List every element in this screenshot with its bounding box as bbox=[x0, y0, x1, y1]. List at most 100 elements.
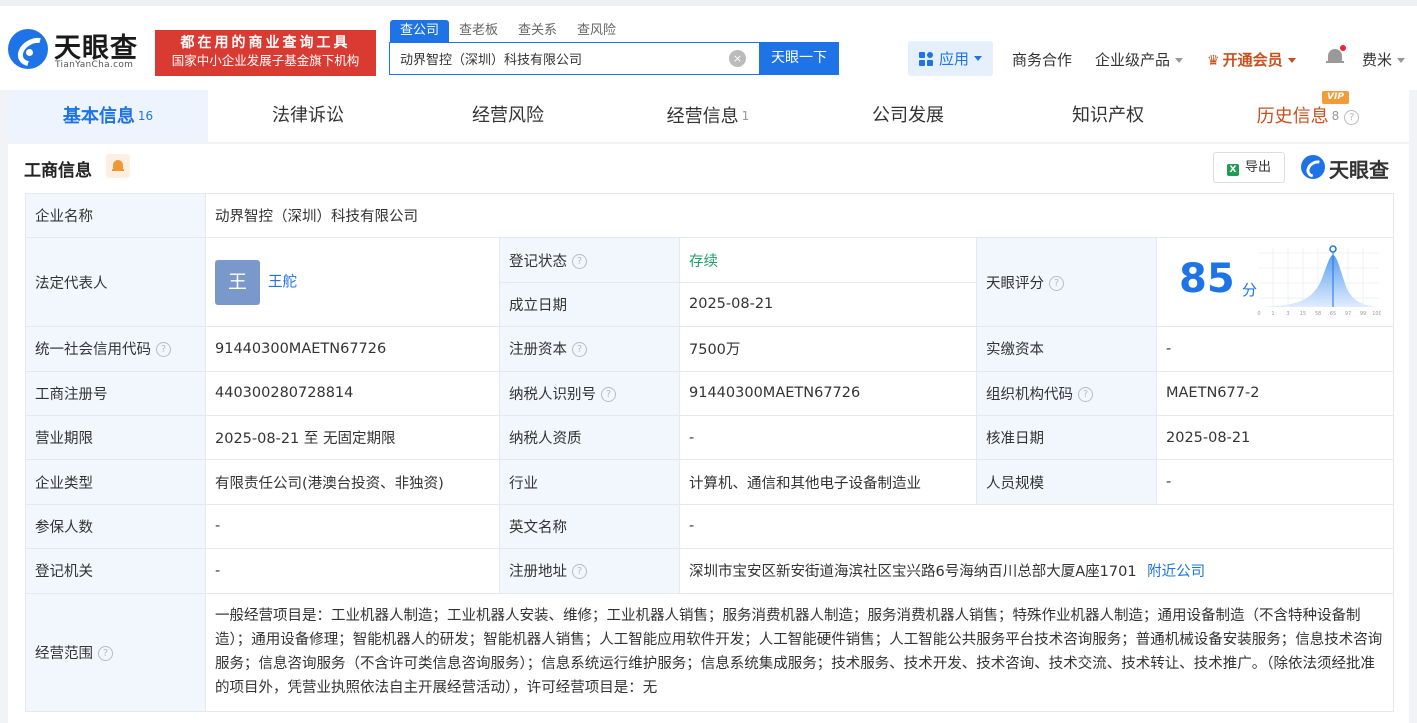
table-row: 工商注册号 440300280728814 纳税人识别号? 91440300MA… bbox=[25, 370, 1395, 416]
nav-apps-button[interactable]: 应用 bbox=[908, 41, 993, 76]
help-icon[interactable]: ? bbox=[98, 645, 113, 661]
nav-business-link[interactable]: 商务合作 bbox=[1012, 49, 1072, 70]
chevron-down-icon bbox=[974, 56, 982, 61]
table-row: 企业名称 动界智控（深圳）科技有限公司 bbox=[25, 192, 1395, 239]
reg-address-cell: 深圳市宝安区新安街道海滨社区宝兴路6号海纳百川总部大厦A座1701 附近公司 bbox=[678, 548, 1395, 594]
company-name-value: 动界智控（深圳）科技有限公司 bbox=[204, 192, 1395, 239]
insured-value: - bbox=[205, 503, 500, 550]
search-button[interactable]: 天眼一下 bbox=[759, 42, 839, 75]
tab-operation[interactable]: 经营信息 1 bbox=[608, 90, 808, 142]
tianyancha-watermark: 天眼查 bbox=[1301, 154, 1393, 182]
search-box: × bbox=[389, 42, 759, 75]
tab-label: 知识产权 bbox=[1072, 105, 1144, 126]
tab-history[interactable]: VIP 历史信息 8? bbox=[1208, 90, 1408, 142]
score-axis-tick: 65 bbox=[1330, 311, 1336, 317]
label-text: 天眼评分 bbox=[986, 275, 1044, 292]
reg-status-value: 存续 bbox=[679, 237, 977, 283]
table-row: 经营范围? 一般经营项目是：工业机器人制造；工业机器人安装、维修；工业机器人销售… bbox=[25, 592, 1395, 712]
score-cell[interactable]: 85 分 0 1 3 15 58 65 97 99 100 bbox=[1155, 237, 1395, 328]
crown-icon: ♛ bbox=[1207, 53, 1220, 69]
label-text: 组织机构代码 bbox=[986, 386, 1073, 403]
legal-rep-label: 法定代表人 bbox=[25, 237, 206, 328]
score-axis-tick: 58 bbox=[1315, 311, 1321, 317]
staff-size-label: 人员规模 bbox=[976, 459, 1157, 505]
score-axis-tick: 15 bbox=[1300, 311, 1306, 317]
company-type-label: 企业类型 bbox=[25, 459, 206, 505]
score-axis-tick: 99 bbox=[1360, 311, 1366, 317]
legal-rep-cell: 王王舵 bbox=[205, 237, 500, 328]
chevron-down-icon bbox=[1287, 58, 1296, 63]
notification-bell-icon[interactable] bbox=[1326, 45, 1346, 66]
tab-label: 历史信息 bbox=[1256, 106, 1329, 127]
help-icon[interactable]: ? bbox=[156, 342, 171, 358]
paid-capital-value: - bbox=[1155, 326, 1395, 372]
search-tab-risk[interactable]: 查风险 bbox=[567, 20, 626, 42]
section-title: 工商信息 bbox=[24, 161, 92, 181]
term-label: 营业期限 bbox=[25, 414, 206, 461]
tianyancha-logo[interactable]: 天眼查 TianYanCha.com bbox=[8, 26, 148, 76]
taxpayer-id-label: 纳税人识别号? bbox=[499, 370, 680, 416]
table-row: 统一社会信用代码? 91440300MAETN67726 注册资本? 7500万… bbox=[25, 326, 1395, 372]
tab-risk[interactable]: 经营风险 bbox=[408, 90, 608, 142]
logo-domain: TianYanCha.com bbox=[55, 60, 134, 70]
en-name-value: - bbox=[678, 503, 1395, 550]
clear-icon[interactable]: × bbox=[729, 50, 746, 67]
label-text: 纳税人识别号 bbox=[509, 386, 596, 403]
reg-authority-label: 登记机关 bbox=[25, 548, 206, 594]
tab-development[interactable]: 公司发展 bbox=[808, 90, 1008, 142]
search-tab-company[interactable]: 查公司 bbox=[390, 20, 450, 42]
help-icon[interactable]: ? bbox=[1078, 386, 1093, 402]
scope-value: 一般经营项目是：工业机器人制造；工业机器人安装、维修；工业机器人销售；服务消费机… bbox=[204, 592, 1395, 712]
industry-value: 计算机、通信和其他电子设备制造业 bbox=[679, 459, 977, 505]
search-tab-relation[interactable]: 查关系 bbox=[508, 20, 567, 42]
found-date-value: 2025-08-21 bbox=[679, 281, 977, 328]
username: 费米 bbox=[1362, 51, 1393, 69]
score-axis-tick: 0 bbox=[1257, 311, 1260, 317]
export-button[interactable]: X 导出 bbox=[1213, 152, 1285, 183]
tab-ip[interactable]: 知识产权 bbox=[1008, 90, 1208, 142]
score-axis-tick: 97 bbox=[1345, 311, 1351, 317]
en-name-label: 英文名称 bbox=[499, 503, 680, 550]
reg-authority-value: - bbox=[205, 548, 500, 594]
slogan-banner[interactable]: 都在用的商业查询工具 国家中小企业发展子基金旗下机构 bbox=[155, 30, 376, 76]
legal-rep-link[interactable]: 王舵 bbox=[268, 274, 297, 290]
table-row: 企业类型 有限责任公司(港澳台投资、非独资) 行业 计算机、通信和其他电子设备制… bbox=[25, 459, 1395, 505]
avatar[interactable]: 王 bbox=[215, 259, 260, 305]
help-icon[interactable]: ? bbox=[1344, 110, 1360, 125]
term-value: 2025-08-21 至 无固定期限 bbox=[205, 414, 500, 461]
help-icon[interactable]: ? bbox=[572, 564, 587, 580]
search-type-tabs: 查公司 查老板 查关系 查风险 bbox=[390, 20, 626, 42]
nearby-companies-link[interactable]: 附近公司 bbox=[1147, 564, 1205, 580]
tab-legal[interactable]: 法律诉讼 bbox=[208, 90, 408, 142]
score-unit: 分 bbox=[1242, 281, 1258, 300]
score-distribution-chart: 0 1 3 15 58 65 97 99 100 bbox=[1257, 245, 1381, 317]
search-input[interactable] bbox=[390, 43, 720, 74]
help-icon[interactable]: ? bbox=[572, 342, 587, 358]
monitor-bell-icon[interactable] bbox=[106, 154, 130, 178]
nav-vip-label: 开通会员 bbox=[1222, 51, 1283, 69]
insured-label: 参保人数 bbox=[25, 503, 206, 550]
approve-date-label: 核准日期 bbox=[976, 414, 1157, 461]
nav-enterprise-menu[interactable]: 企业级产品 bbox=[1095, 49, 1184, 70]
search-tab-boss[interactable]: 查老板 bbox=[449, 20, 508, 42]
nav-apps-label: 应用 bbox=[938, 50, 969, 68]
reg-address-value: 深圳市宝安区新安街道海滨社区宝兴路6号海纳百川总部大厦A座1701 bbox=[689, 564, 1137, 581]
table-row: 登记机关 - 注册地址? 深圳市宝安区新安街道海滨社区宝兴路6号海纳百川总部大厦… bbox=[25, 548, 1395, 594]
vip-badge: VIP bbox=[1322, 91, 1349, 104]
excel-icon: X bbox=[1226, 164, 1239, 176]
score-value: 85 bbox=[1179, 256, 1235, 303]
nav-vip-menu[interactable]: ♛ 开通会员 bbox=[1207, 49, 1296, 70]
business-info-section: 工商信息 X 导出 天眼查 企业名称 动界智控（深圳）科技有限公司 法定代表人 王… bbox=[8, 144, 1409, 723]
user-menu[interactable]: 费米 bbox=[1362, 49, 1406, 70]
help-icon[interactable]: ? bbox=[1049, 275, 1064, 291]
tab-basic-info[interactable]: 基本信息 16 bbox=[8, 90, 208, 142]
slogan-line-2: 国家中小企业发展子基金旗下机构 bbox=[171, 53, 360, 68]
help-icon[interactable]: ? bbox=[601, 386, 616, 402]
tab-count: 16 bbox=[137, 109, 154, 123]
logo-eye-icon bbox=[8, 29, 48, 69]
credit-code-label: 统一社会信用代码? bbox=[25, 326, 206, 372]
help-icon[interactable]: ? bbox=[572, 253, 587, 269]
tab-label: 公司发展 bbox=[872, 105, 944, 126]
found-date-label: 成立日期 bbox=[499, 281, 680, 328]
approve-date-value: 2025-08-21 bbox=[1155, 414, 1395, 461]
